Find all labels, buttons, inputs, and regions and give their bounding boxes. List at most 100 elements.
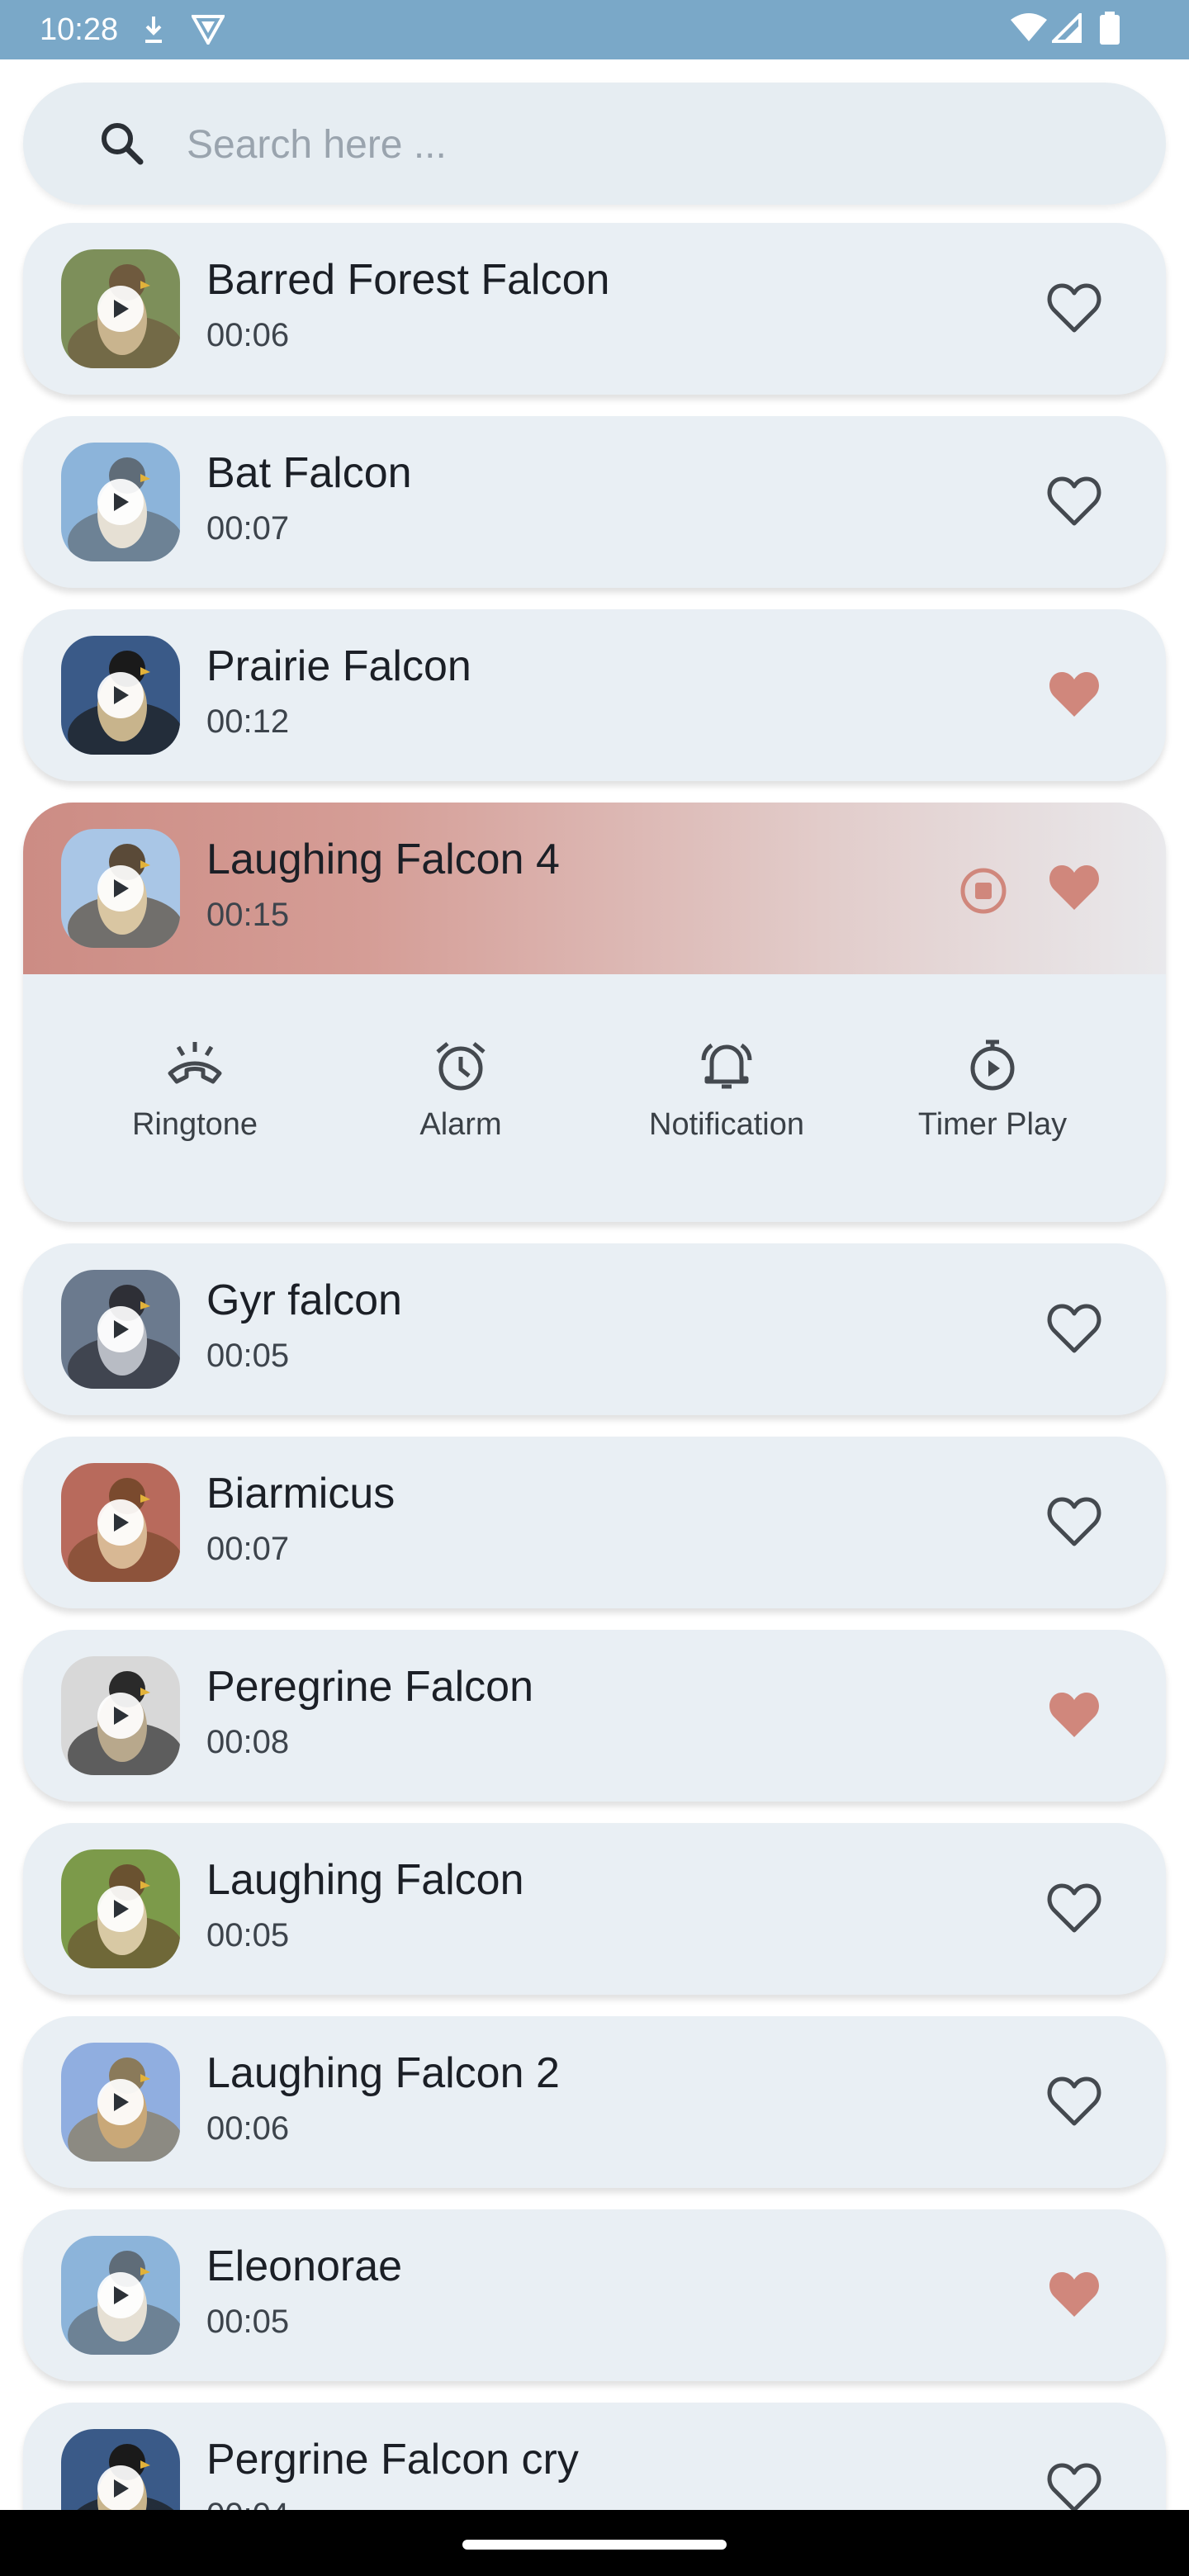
sound-card[interactable]: Peregrine Falcon 00:08 bbox=[23, 1630, 1166, 1802]
action-ringtone[interactable]: Ringtone bbox=[63, 1039, 327, 1143]
bird-thumbnail bbox=[61, 249, 180, 368]
play-button[interactable] bbox=[97, 865, 144, 912]
sound-duration: 00:05 bbox=[206, 1917, 290, 1953]
heart-outline-icon[interactable] bbox=[1047, 282, 1101, 334]
play-button[interactable] bbox=[97, 286, 144, 332]
sound-card[interactable]: Bat Falcon 00:07 bbox=[23, 416, 1166, 588]
play-button[interactable] bbox=[97, 1693, 144, 1739]
heart-outline-icon[interactable] bbox=[1047, 2462, 1101, 2513]
sound-title: Eleonorae bbox=[206, 2242, 403, 2290]
sound-duration: 00:05 bbox=[206, 2304, 290, 2340]
heart-filled-icon[interactable] bbox=[1047, 669, 1101, 720]
status-time: 10:28 bbox=[40, 12, 119, 47]
sound-card[interactable]: Gyr falcon 00:05 bbox=[23, 1243, 1166, 1415]
heart-filled-icon[interactable] bbox=[1047, 862, 1101, 913]
sound-duration: 00:08 bbox=[206, 1724, 290, 1760]
heart-outline-icon[interactable] bbox=[1047, 1496, 1101, 1547]
bird-thumbnail bbox=[61, 1270, 180, 1389]
action-timer-play[interactable]: Timer Play bbox=[860, 1039, 1125, 1143]
play-icon bbox=[111, 1319, 130, 1339]
bird-thumbnail bbox=[61, 829, 180, 948]
play-button[interactable] bbox=[97, 479, 144, 525]
heart-outline-icon[interactable] bbox=[1047, 2076, 1101, 2127]
bird-thumbnail bbox=[61, 1463, 180, 1582]
sound-duration: 00:06 bbox=[206, 2110, 290, 2147]
sound-card[interactable]: Laughing Falcon 00:05 bbox=[23, 1823, 1166, 1995]
play-icon bbox=[111, 492, 130, 512]
play-button[interactable] bbox=[97, 1306, 144, 1352]
play-icon bbox=[111, 1706, 130, 1726]
action-label: Timer Play bbox=[917, 1107, 1068, 1142]
stop-icon[interactable] bbox=[959, 867, 1007, 915]
sound-title: Pergrine Falcon cry bbox=[206, 2436, 579, 2484]
sound-duration: 00:07 bbox=[206, 510, 290, 547]
sound-card[interactable]: Prairie Falcon 00:12 bbox=[23, 609, 1166, 781]
play-icon bbox=[111, 2285, 130, 2305]
action-notification[interactable]: Notification bbox=[594, 1039, 859, 1143]
search-icon bbox=[99, 121, 145, 171]
sound-duration: 00:15 bbox=[206, 897, 290, 933]
sound-duration: 00:12 bbox=[206, 703, 290, 740]
search-input[interactable] bbox=[185, 116, 1097, 173]
sound-title: Laughing Falcon 4 bbox=[206, 836, 560, 883]
sound-title: Peregrine Falcon bbox=[206, 1663, 533, 1711]
play-button[interactable] bbox=[97, 672, 144, 718]
bird-thumbnail bbox=[61, 2043, 180, 2162]
set-as-actions: Ringtone Alarm Notification Timer Play bbox=[23, 974, 1166, 1222]
bird-thumbnail bbox=[61, 1656, 180, 1775]
play-icon bbox=[111, 299, 130, 319]
play-button[interactable] bbox=[97, 1499, 144, 1546]
play-button[interactable] bbox=[97, 1886, 144, 1932]
bird-thumbnail bbox=[61, 2236, 180, 2355]
action-label: Notification bbox=[649, 1107, 804, 1142]
play-button[interactable] bbox=[97, 2079, 144, 2125]
sound-card[interactable]: Eleonorae 00:05 bbox=[23, 2209, 1166, 2381]
bird-thumbnail bbox=[61, 443, 180, 561]
action-label: Alarm bbox=[419, 1107, 502, 1142]
sound-card[interactable]: Laughing Falcon 4 00:15 Ringtone Alarm Notif… bbox=[23, 803, 1166, 1222]
notification-icon bbox=[594, 1039, 859, 1096]
sound-duration: 00:05 bbox=[206, 1338, 290, 1374]
play-button[interactable] bbox=[97, 2272, 144, 2318]
sound-title: Laughing Falcon bbox=[206, 1856, 524, 1904]
search-bar[interactable] bbox=[23, 83, 1166, 205]
wifi-icon bbox=[1011, 13, 1047, 47]
heart-outline-icon[interactable] bbox=[1047, 1303, 1101, 1354]
alarm-icon bbox=[329, 1039, 593, 1096]
navigation-bar bbox=[0, 2510, 1189, 2576]
heart-outline-icon[interactable] bbox=[1047, 1882, 1101, 1934]
sound-title: Laughing Falcon 2 bbox=[206, 2049, 560, 2097]
sound-title: Prairie Falcon bbox=[206, 642, 471, 690]
play-icon bbox=[111, 2092, 130, 2112]
sound-card[interactable]: Biarmicus 00:07 bbox=[23, 1437, 1166, 1608]
heart-filled-icon[interactable] bbox=[1047, 1689, 1101, 1740]
sound-title: Biarmicus bbox=[206, 1470, 396, 1518]
sound-title: Gyr falcon bbox=[206, 1276, 402, 1324]
heart-filled-icon[interactable] bbox=[1047, 2269, 1101, 2320]
heart-outline-icon[interactable] bbox=[1047, 476, 1101, 527]
sound-title: Barred Forest Falcon bbox=[206, 256, 610, 304]
shield-icon bbox=[190, 13, 226, 49]
play-button[interactable] bbox=[97, 2465, 144, 2512]
play-icon bbox=[111, 1513, 130, 1532]
sound-title: Bat Falcon bbox=[206, 449, 412, 497]
play-icon bbox=[111, 2479, 130, 2498]
sound-duration: 00:07 bbox=[206, 1531, 290, 1567]
home-handle[interactable] bbox=[462, 2540, 727, 2550]
signal-icon bbox=[1049, 11, 1082, 47]
sound-card[interactable]: Barred Forest Falcon 00:06 bbox=[23, 223, 1166, 395]
action-alarm[interactable]: Alarm bbox=[329, 1039, 593, 1143]
action-label: Ringtone bbox=[131, 1107, 258, 1142]
download-icon bbox=[142, 15, 165, 49]
battery-icon bbox=[1100, 12, 1120, 49]
bird-thumbnail bbox=[61, 636, 180, 755]
timer-icon bbox=[860, 1039, 1125, 1096]
play-icon bbox=[111, 685, 130, 705]
play-icon bbox=[111, 878, 130, 898]
status-bar: 10:28 bbox=[0, 0, 1189, 59]
sound-card[interactable]: Laughing Falcon 2 00:06 bbox=[23, 2016, 1166, 2188]
play-icon bbox=[111, 1899, 130, 1919]
bird-thumbnail bbox=[61, 1849, 180, 1968]
sound-duration: 00:06 bbox=[206, 317, 290, 353]
ringtone-icon bbox=[63, 1039, 327, 1096]
